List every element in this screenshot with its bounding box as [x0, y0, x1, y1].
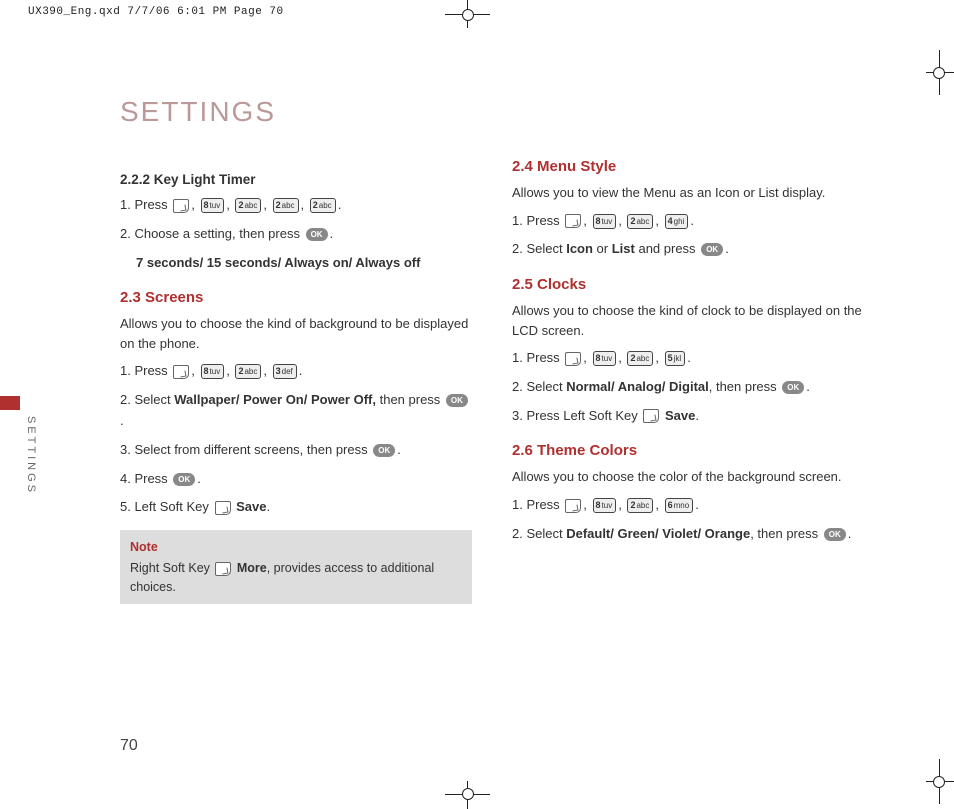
heading-2-5: 2.5 Clocks — [512, 276, 864, 293]
ok-key-icon: OK — [782, 381, 804, 394]
text: 3. Press Left Soft Key — [512, 408, 641, 423]
side-accent-bar — [0, 396, 20, 410]
text-bold: Save — [236, 499, 266, 514]
text: or — [593, 241, 612, 256]
text-bold: More — [237, 561, 267, 575]
step-2-3-4: 4. Press OK. — [120, 469, 472, 490]
options-2-2-2: 7 seconds/ 15 seconds/ Always on/ Always… — [136, 253, 472, 274]
step-2-2-2-2: 2. Choose a setting, then press OK. — [120, 224, 472, 245]
text-bold: List — [612, 241, 635, 256]
key-2-icon: 2abc — [235, 198, 261, 213]
key-6-icon: 6mno — [665, 498, 694, 513]
key-8-icon: 8tuv — [201, 364, 225, 379]
text: 1. Press — [120, 363, 171, 378]
text: 2. Select — [512, 526, 566, 541]
key-2-icon: 2abc — [627, 498, 653, 513]
text-bold: Icon — [566, 241, 593, 256]
step-2-5-3: 3. Press Left Soft Key Save. — [512, 406, 864, 427]
key-2-icon: 2abc — [235, 364, 261, 379]
key-3-icon: 3def — [273, 364, 297, 379]
intro-2-6: Allows you to choose the color of the ba… — [512, 467, 864, 487]
step-2-5-1: 1. Press , 8tuv, 2abc, 5jkl. — [512, 348, 864, 369]
text: 1. Press — [512, 350, 563, 365]
intro-2-4: Allows you to view the Menu as an Icon o… — [512, 183, 864, 203]
left-column: 2.2.2 Key Light Timer 1. Press , 8tuv, 2… — [120, 158, 472, 604]
step-2-6-1: 1. Press , 8tuv, 2abc, 6mno. — [512, 495, 864, 516]
print-header: UX390_Eng.qxd 7/7/06 6:01 PM Page 70 — [28, 6, 284, 18]
text: then press — [376, 392, 444, 407]
key-5-icon: 5jkl — [665, 351, 686, 366]
step-2-2-2-1: 1. Press , 8tuv, 2abc, 2abc, 2abc. — [120, 195, 472, 216]
text: 3. Select from different screens, then p… — [120, 442, 371, 457]
key-2-icon: 2abc — [310, 198, 336, 213]
ok-key-icon: OK — [446, 394, 468, 407]
text: 2. Select — [512, 241, 566, 256]
right-soft-key-icon — [215, 562, 231, 576]
note-title: Note — [130, 538, 462, 557]
ok-key-icon: OK — [824, 528, 846, 541]
key-2-icon: 2abc — [627, 351, 653, 366]
step-2-3-2: 2. Select Wallpaper/ Power On/ Power Off… — [120, 390, 472, 432]
left-soft-key-icon — [215, 501, 231, 515]
heading-2-4: 2.4 Menu Style — [512, 158, 864, 175]
text: and press — [635, 241, 699, 256]
step-2-4-1: 1. Press , 8tuv, 2abc, 4ghi. — [512, 211, 864, 232]
text: 4. Press — [120, 471, 171, 486]
text-bold: Default/ Green/ Violet/ Orange — [566, 526, 750, 541]
ok-key-icon: OK — [701, 243, 723, 256]
right-column: 2.4 Menu Style Allows you to view the Me… — [512, 158, 864, 604]
left-soft-key-icon — [565, 499, 581, 513]
text: 5. Left Soft Key — [120, 499, 213, 514]
step-2-6-2: 2. Select Default/ Green/ Violet/ Orange… — [512, 524, 864, 545]
key-4-icon: 4ghi — [665, 214, 689, 229]
text: , then press — [709, 379, 781, 394]
key-8-icon: 8tuv — [593, 214, 617, 229]
left-soft-key-icon — [565, 352, 581, 366]
heading-2-3: 2.3 Screens — [120, 289, 472, 306]
text: 2. Choose a setting, then press — [120, 226, 304, 241]
left-soft-key-icon — [173, 365, 189, 379]
text: Right Soft Key — [130, 561, 213, 575]
step-2-3-1: 1. Press , 8tuv, 2abc, 3def. — [120, 361, 472, 382]
intro-2-3: Allows you to choose the kind of backgro… — [120, 314, 472, 353]
step-2-3-5: 5. Left Soft Key Save. — [120, 497, 472, 518]
page-title: SETTINGS — [120, 96, 864, 128]
side-tab-label: SETTINGS — [25, 416, 37, 495]
text: 2. Select — [120, 392, 174, 407]
step-2-4-2: 2. Select Icon or List and press OK. — [512, 239, 864, 260]
key-8-icon: 8tuv — [593, 351, 617, 366]
key-8-icon: 8tuv — [593, 498, 617, 513]
key-8-icon: 8tuv — [201, 198, 225, 213]
heading-2-6: 2.6 Theme Colors — [512, 442, 864, 459]
text-bold: Normal/ Analog/ Digital — [566, 379, 709, 394]
page-number: 70 — [120, 737, 138, 755]
text: 1. Press — [120, 197, 171, 212]
text: 1. Press — [512, 213, 563, 228]
text-bold: Wallpaper/ Power On/ Power Off, — [174, 392, 376, 407]
ok-key-icon: OK — [306, 228, 328, 241]
step-2-5-2: 2. Select Normal/ Analog/ Digital, then … — [512, 377, 864, 398]
heading-2-2-2: 2.2.2 Key Light Timer — [120, 172, 472, 187]
ok-key-icon: OK — [373, 444, 395, 457]
ok-key-icon: OK — [173, 473, 195, 486]
left-soft-key-icon — [643, 409, 659, 423]
text: 2. Select — [512, 379, 566, 394]
text: 1. Press — [512, 497, 563, 512]
step-2-3-3: 3. Select from different screens, then p… — [120, 440, 472, 461]
text-bold: Save — [665, 408, 695, 423]
left-soft-key-icon — [565, 214, 581, 228]
note-box: Note Right Soft Key More, provides acces… — [120, 530, 472, 604]
page-content: SETTINGS SETTINGS 2.2.2 Key Light Timer … — [120, 96, 864, 749]
key-2-icon: 2abc — [627, 214, 653, 229]
left-soft-key-icon — [173, 199, 189, 213]
text: , then press — [750, 526, 822, 541]
key-2-icon: 2abc — [273, 198, 299, 213]
intro-2-5: Allows you to choose the kind of clock t… — [512, 301, 864, 340]
